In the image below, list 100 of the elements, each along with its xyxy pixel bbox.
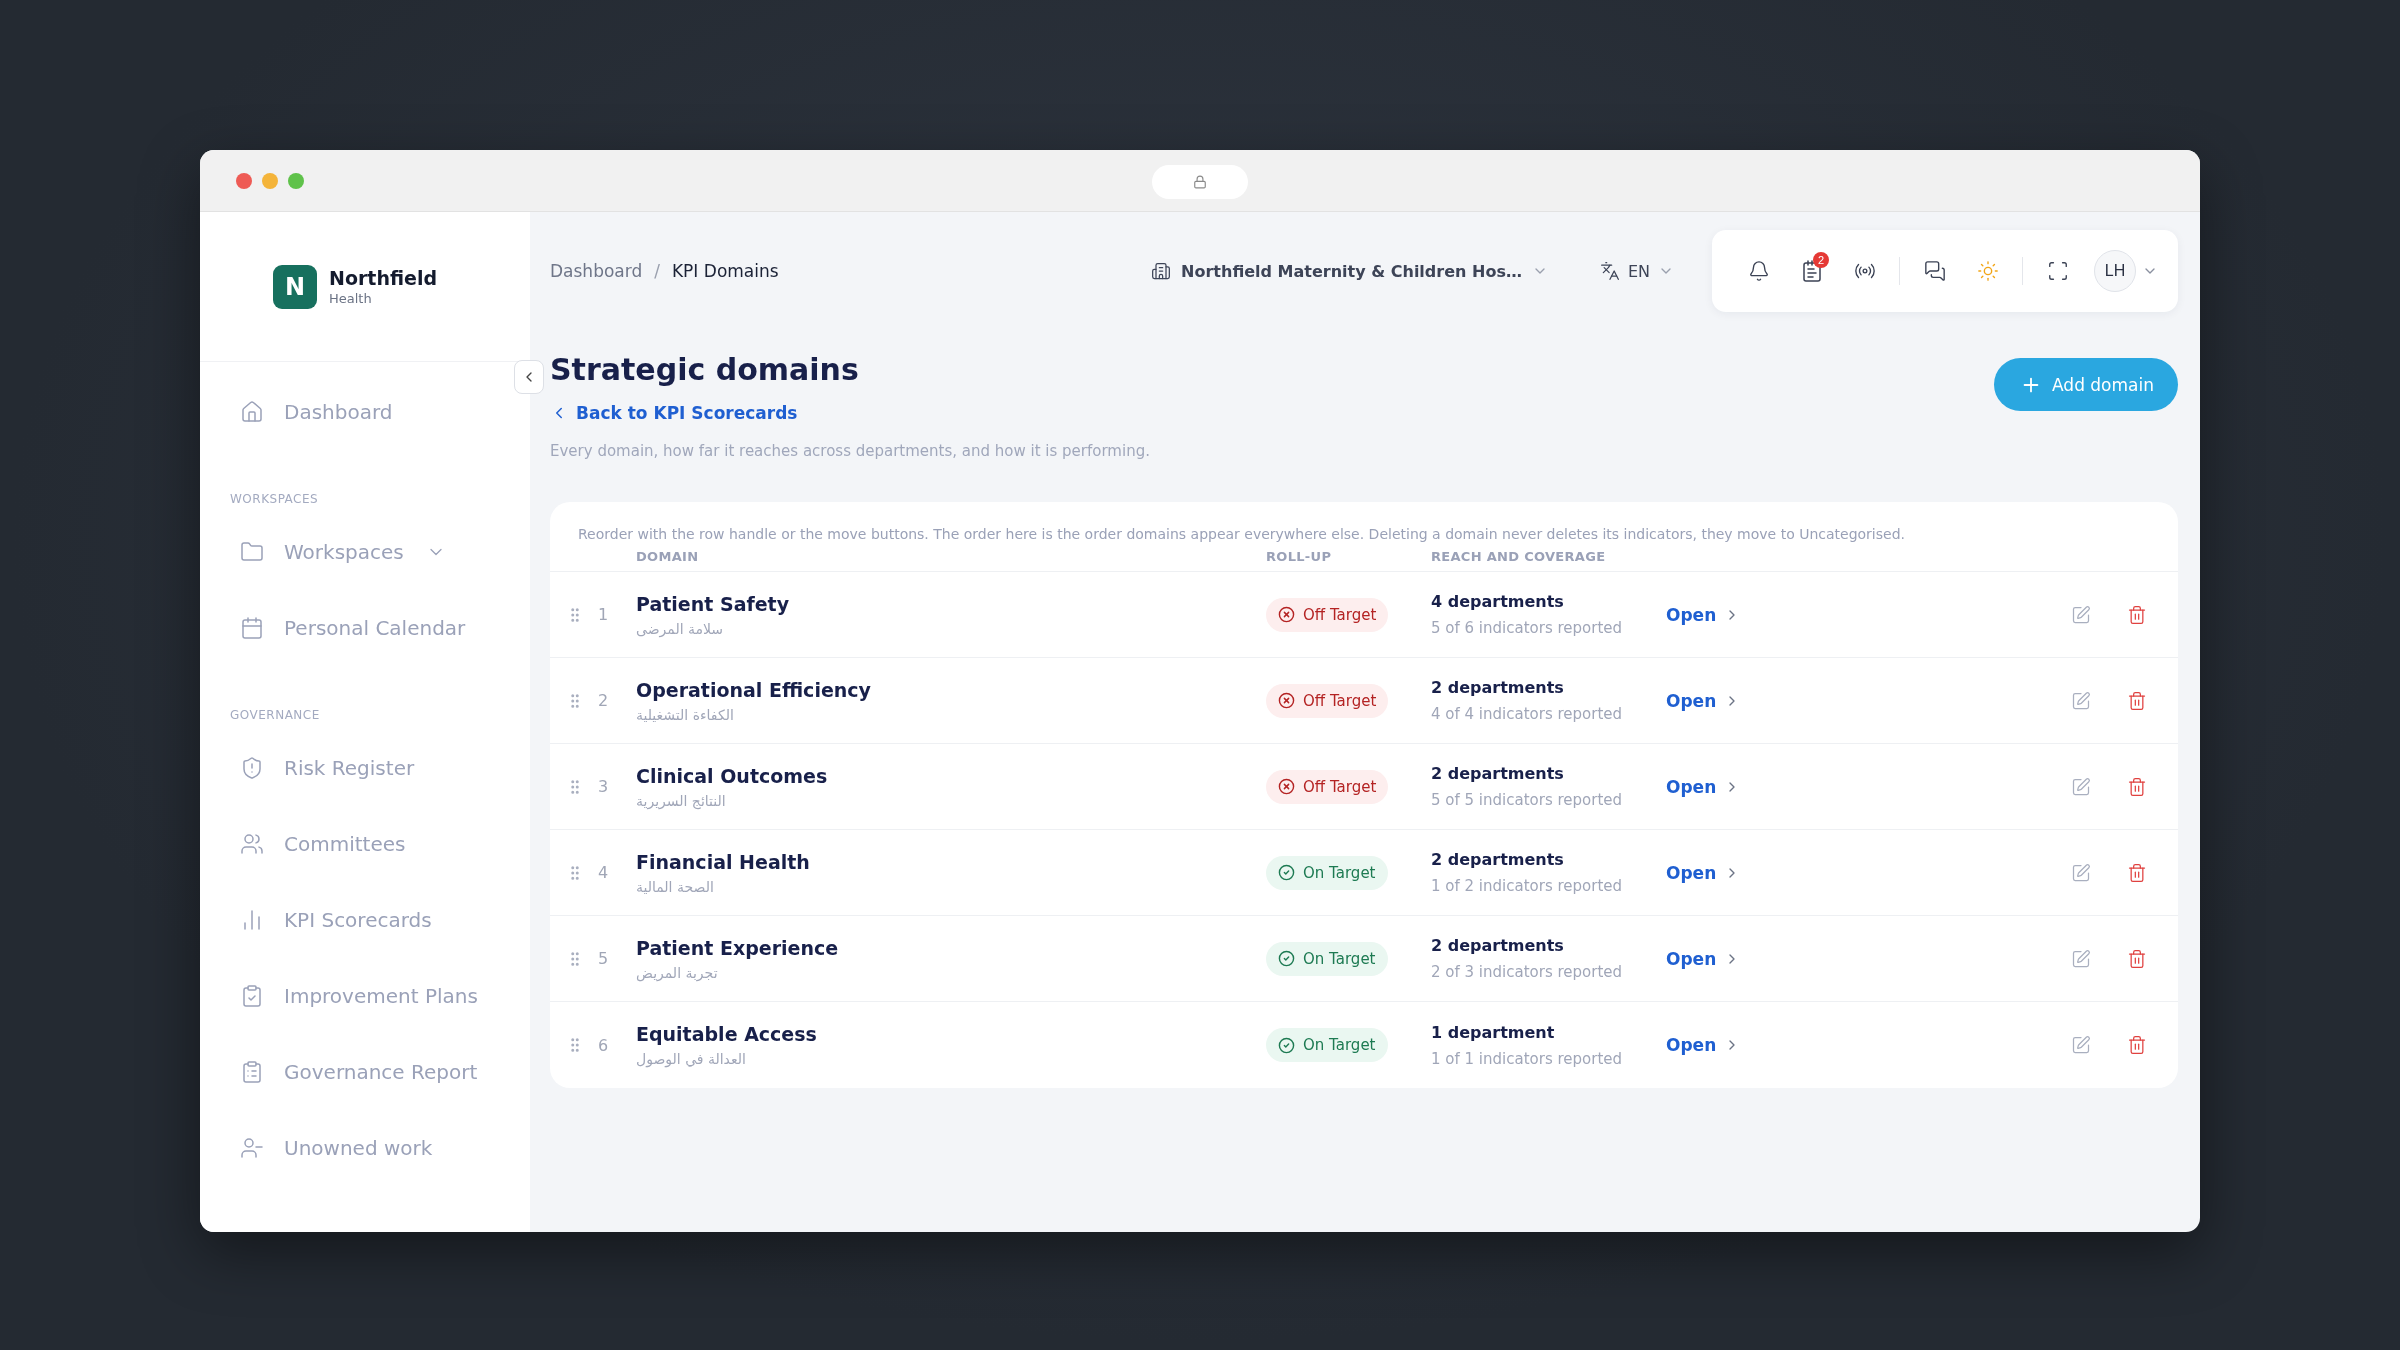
back-link[interactable]: Back to KPI Scorecards: [550, 403, 798, 423]
trash-icon: [2127, 1035, 2147, 1055]
section-title: GOVERNANCE: [230, 707, 321, 724]
nav-item[interactable]: Personal Calendar: [240, 590, 530, 666]
domain-name-arabic: سلامة المرضى: [636, 620, 725, 637]
open-link[interactable]: Open: [1666, 604, 1741, 625]
nav-item[interactable]: Unowned work: [240, 1110, 530, 1186]
domain-name: Operational Efficiency: [636, 678, 872, 701]
logo: N: [273, 264, 317, 309]
tasks-button[interactable]: 2: [1785, 249, 1838, 293]
reach-text: 1 department: [1431, 1022, 1556, 1042]
table-note: Reorder with the row handle or the move buttons. The order here is the order domains appear everywhere else. Deleting a domain never deletes its indicators, they move to Uncategorised.: [578, 526, 1906, 542]
nav-item[interactable]: Committees: [240, 806, 530, 882]
trash-icon: [2127, 948, 2147, 969]
clipboard-list-icon: [240, 1060, 264, 1084]
open-link[interactable]: Open: [1666, 690, 1741, 711]
reach-text: 2 departments: [1431, 678, 1565, 697]
section-title: WORKSPACES: [230, 491, 320, 508]
count-badge: 2: [1813, 252, 1829, 268]
users-icon: [240, 832, 264, 856]
status-icon: [1278, 950, 1295, 967]
row-number: 4: [597, 863, 610, 882]
row-number: 3: [597, 777, 610, 796]
edit-icon: [2071, 604, 2091, 625]
reach-text: 2 departments: [1431, 936, 1565, 955]
status-icon: [1278, 606, 1295, 623]
breadcrumb-link[interactable]: Dashboard: [550, 261, 643, 281]
organization-select[interactable]: Northfield Maternity & Children Hos…: [1145, 260, 1554, 282]
address-bar[interactable]: [1152, 165, 1248, 199]
page-description: Every domain, how far it reaches across departments, and how it is performing.: [550, 442, 1150, 460]
language-select[interactable]: EN: [1593, 260, 1680, 282]
breadcrumb-separator: /: [654, 261, 660, 281]
coverage-text: 2 of 3 indicators reported: [1431, 963, 1624, 981]
nav-item[interactable]: Governance Report: [240, 1034, 530, 1110]
status-icon: [1278, 778, 1295, 795]
nav-item[interactable]: Dashboard: [240, 374, 530, 450]
collapse-sidebar-button[interactable]: [514, 360, 544, 394]
calendar-icon: [240, 616, 264, 640]
trash-icon: [2127, 690, 2147, 711]
lock-icon: [1193, 175, 1207, 189]
coverage-text: 4 of 4 indicators reported: [1431, 705, 1624, 723]
status-icon: [1278, 1036, 1295, 1054]
sun-icon: [1976, 260, 1999, 282]
edit-icon: [2071, 948, 2091, 969]
open-link[interactable]: Open: [1666, 948, 1741, 969]
trash-icon: [2127, 776, 2147, 797]
status-badge: On Target: [1266, 941, 1388, 976]
maximize-window-button[interactable]: [288, 172, 304, 189]
fullscreen-icon: [2046, 260, 2069, 282]
folder-icon: [240, 540, 264, 564]
close-window-button[interactable]: [236, 172, 252, 189]
domain-name-arabic: الصحة المالية: [636, 878, 715, 895]
breadcrumb-link[interactable]: KPI Domains: [671, 261, 779, 281]
status-badge: On Target: [1266, 1028, 1388, 1062]
domain-name: Patient Safety: [636, 592, 791, 615]
nav-item[interactable]: Workspaces: [240, 514, 530, 590]
column-header: ROLL-UP: [1266, 549, 1333, 564]
brand-subtitle: Health: [329, 291, 373, 306]
row-number: 1: [597, 605, 610, 624]
nav-item[interactable]: Risk Register: [240, 730, 530, 806]
open-link[interactable]: Open: [1666, 862, 1741, 883]
column-header: REACH AND COVERAGE: [1431, 549, 1607, 564]
page-title: Strategic domains: [550, 352, 860, 387]
domain-name: Clinical Outcomes: [636, 764, 829, 787]
home-icon: [240, 400, 264, 424]
domain-name: Equitable Access: [636, 1023, 818, 1045]
translate-icon: [1599, 261, 1620, 281]
user-minus-icon: [240, 1136, 264, 1160]
domain-name: Financial Health: [636, 850, 811, 873]
shield-icon: [240, 756, 264, 780]
status-badge: Off Target: [1266, 683, 1389, 718]
row-number: 2: [597, 691, 610, 710]
reach-text: 4 departments: [1431, 592, 1565, 611]
trash-icon: [2127, 604, 2147, 625]
building-icon: [1151, 261, 1172, 281]
open-link[interactable]: Open: [1666, 1035, 1741, 1055]
add-domain-button[interactable]: Add domain: [1994, 358, 2178, 411]
row-number: 5: [597, 949, 610, 968]
status-badge: On Target: [1266, 855, 1388, 890]
minimize-window-button[interactable]: [262, 172, 278, 189]
coverage-text: 5 of 5 indicators reported: [1431, 791, 1624, 809]
edit-icon: [2071, 862, 2091, 883]
domain-name-arabic: تجربة المريض: [636, 964, 719, 981]
clipboard-check-icon: [240, 984, 264, 1008]
column-header: DOMAIN: [636, 549, 700, 564]
nav-item[interactable]: KPI Scorecards: [240, 882, 530, 958]
status-icon: [1278, 864, 1295, 881]
status-badge: Off Target: [1266, 769, 1389, 804]
chat-icon: [1923, 260, 1946, 282]
coverage-text: 1 of 2 indicators reported: [1431, 877, 1624, 895]
nav-item[interactable]: Improvement Plans: [240, 958, 530, 1034]
brand-name: Northfield: [329, 267, 437, 289]
status-badge: Off Target: [1266, 597, 1389, 632]
avatar: LH: [2094, 250, 2136, 292]
open-link[interactable]: Open: [1666, 776, 1741, 797]
domain-name-arabic: العدالة في الوصول: [636, 1051, 747, 1067]
domain-name: Patient Experience: [636, 936, 840, 959]
coverage-text: 5 of 6 indicators reported: [1431, 619, 1624, 637]
reach-text: 2 departments: [1431, 764, 1565, 783]
user-menu[interactable]: LH: [2094, 250, 2158, 292]
